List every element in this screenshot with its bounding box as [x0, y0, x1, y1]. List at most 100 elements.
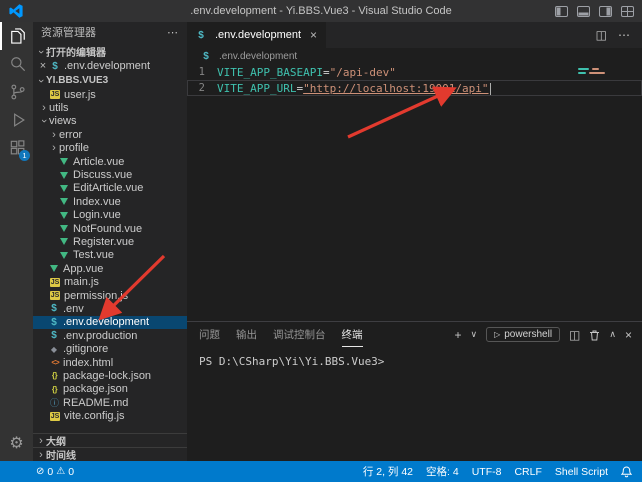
cursor-position[interactable]: 行 2, 列 42	[363, 464, 413, 479]
panel-tab-输出[interactable]: 输出	[236, 322, 257, 347]
file-name: .env.production	[63, 330, 137, 342]
close-icon[interactable]: ×	[37, 60, 49, 72]
file-tree: JSuser.js›utils›views›error›profileArtic…	[33, 88, 187, 423]
indentation[interactable]: 空格: 4	[426, 464, 459, 479]
tree-item-Login.vue[interactable]: Login.vue	[33, 209, 187, 222]
tree-item-error[interactable]: ›error	[33, 128, 187, 141]
toggle-secondary-sidebar-icon[interactable]	[599, 6, 612, 17]
close-panel-icon[interactable]: ×	[625, 329, 632, 341]
tree-item-package-lock.json[interactable]: {}package-lock.json	[33, 369, 187, 382]
chevron-icon: ›	[39, 103, 49, 113]
more-actions-icon[interactable]: ⋯	[167, 22, 179, 44]
tree-item-README.md[interactable]: ⓘREADME.md	[33, 396, 187, 409]
split-terminal-icon[interactable]: ◫	[569, 329, 580, 341]
window-title: .env.development - Yi.BBS.Vue3 - Visual …	[0, 0, 642, 22]
tree-item-EditArticle.vue[interactable]: EditArticle.vue	[33, 182, 187, 195]
explorer-icon[interactable]	[0, 22, 33, 50]
language-mode[interactable]: Shell Script	[555, 466, 608, 478]
editor-more-actions-icon[interactable]: ⋯	[618, 29, 630, 41]
tree-item-Discuss.vue[interactable]: Discuss.vue	[33, 168, 187, 181]
timeline-header[interactable]: › 时间线	[33, 447, 187, 461]
file-name: package-lock.json	[63, 370, 151, 382]
title-bar: .env.development - Yi.BBS.Vue3 - Visual …	[0, 0, 642, 22]
tree-item-Test.vue[interactable]: Test.vue	[33, 249, 187, 262]
panel-tab-问题[interactable]: 问题	[199, 322, 220, 347]
file-name: permission.js	[64, 290, 128, 302]
tree-item-.env[interactable]: $.env	[33, 302, 187, 315]
tree-item-vite.config.js[interactable]: JSvite.config.js	[33, 409, 187, 422]
code-editor[interactable]: 1VITE_APP_BASEAPI="/api-dev"2VITE_APP_UR…	[187, 64, 642, 96]
file-name: EditArticle.vue	[73, 182, 143, 194]
file-name: .gitignore	[63, 343, 108, 355]
tree-item-Article.vue[interactable]: Article.vue	[33, 155, 187, 168]
project-header[interactable]: › YI.BBS.VUE3	[33, 73, 187, 88]
env-file-icon: $	[196, 30, 206, 41]
notifications-bell-icon[interactable]	[621, 466, 632, 478]
file-name: index.html	[63, 357, 113, 369]
problems-status[interactable]: ⊘ 0 ⚠ 0	[36, 466, 74, 478]
editor-group: $ .env.development × ◫ ⋯ $ .env.developm…	[187, 22, 642, 321]
json-icon: {}	[49, 385, 60, 394]
tree-item-NotFound.vue[interactable]: NotFound.vue	[33, 222, 187, 235]
chevron-icon: ›	[49, 143, 59, 153]
breadcrumb[interactable]: $ .env.development	[187, 48, 642, 64]
vscode-window: .env.development - Yi.BBS.Vue3 - Visual …	[0, 0, 642, 482]
code-line-2[interactable]: 2VITE_APP_URL="http://localhost:19001/ap…	[187, 80, 642, 96]
open-editor-item[interactable]: × $ .env.development	[33, 59, 187, 73]
tree-item-Index.vue[interactable]: Index.vue	[33, 195, 187, 208]
tab-close-icon[interactable]: ×	[310, 28, 317, 42]
tree-item-.env.development[interactable]: $.env.development	[33, 316, 187, 329]
line-number: 2	[187, 82, 217, 94]
outline-header[interactable]: › 大纲	[33, 433, 187, 447]
toggle-panel-icon[interactable]	[577, 6, 590, 17]
minimap[interactable]	[578, 68, 624, 76]
eol-sequence[interactable]: CRLF	[514, 466, 541, 478]
customize-layout-icon[interactable]	[621, 6, 634, 17]
chevron-right-icon: ›	[36, 450, 46, 460]
tree-item-.env.production[interactable]: $.env.production	[33, 329, 187, 342]
panel-actions: + ∨ ▷ powershell ◫ ∧ ×	[454, 322, 632, 347]
panel-tab-终端[interactable]: 终端	[342, 322, 363, 347]
tree-item-package.json[interactable]: {}package.json	[33, 383, 187, 396]
tree-item-views[interactable]: ›views	[33, 115, 187, 128]
outline-label: 大纲	[46, 433, 66, 448]
terminal-prompt: PS D:\CSharp\Yi\Yi.BBS.Vue3>	[199, 355, 384, 368]
code-text: VITE_APP_BASEAPI="/api-dev"	[217, 66, 396, 79]
maximize-panel-icon[interactable]: ∧	[609, 330, 616, 339]
sidebar-bottom-sections: › 大纲 › 时间线	[33, 433, 187, 461]
file-name: utils	[49, 102, 69, 114]
tree-item-profile[interactable]: ›profile	[33, 142, 187, 155]
settings-gear-icon[interactable]: ⚙	[0, 430, 33, 456]
kill-terminal-icon[interactable]	[589, 329, 600, 341]
extensions-icon[interactable]: 1	[0, 134, 33, 162]
tree-item-index.html[interactable]: <>index.html	[33, 356, 187, 369]
tree-item-main.js[interactable]: JSmain.js	[33, 275, 187, 288]
search-icon[interactable]	[0, 50, 33, 78]
readme-icon: ⓘ	[49, 396, 60, 409]
tab-env-development[interactable]: $ .env.development ×	[187, 22, 327, 48]
tree-item-permission.js[interactable]: JSpermission.js	[33, 289, 187, 302]
tree-item-Register.vue[interactable]: Register.vue	[33, 235, 187, 248]
terminal-profile-dropdown-icon[interactable]: ∨	[470, 330, 477, 339]
source-control-icon[interactable]	[0, 78, 33, 106]
tree-item-.gitignore[interactable]: ◆.gitignore	[33, 342, 187, 355]
play-icon: ▷	[494, 331, 500, 339]
tree-item-utils[interactable]: ›utils	[33, 101, 187, 114]
code-line-1[interactable]: 1VITE_APP_BASEAPI="/api-dev"	[187, 64, 642, 80]
panel: 问题输出调试控制台终端 + ∨ ▷ powershell ◫ ∧ ×	[187, 321, 642, 461]
file-name: Login.vue	[73, 209, 121, 221]
run-debug-icon[interactable]	[0, 106, 33, 134]
file-name: user.js	[64, 89, 96, 101]
terminal-instance-powershell[interactable]: ▷ powershell	[486, 327, 560, 342]
panel-tab-调试控制台[interactable]: 调试控制台	[273, 322, 326, 347]
open-editors-header[interactable]: › 打开的编辑器	[33, 44, 187, 59]
tree-item-user.js[interactable]: JSuser.js	[33, 88, 187, 101]
terminal-output[interactable]: PS D:\CSharp\Yi\Yi.BBS.Vue3>	[187, 347, 642, 376]
toggle-sidebar-icon[interactable]	[555, 6, 568, 17]
split-editor-icon[interactable]: ◫	[596, 29, 607, 41]
code-lines: 1VITE_APP_BASEAPI="/api-dev"2VITE_APP_UR…	[187, 64, 642, 96]
new-terminal-icon[interactable]: +	[454, 329, 461, 341]
tree-item-App.vue[interactable]: App.vue	[33, 262, 187, 275]
encoding[interactable]: UTF-8	[472, 466, 502, 478]
file-name: .env.development	[63, 316, 149, 328]
